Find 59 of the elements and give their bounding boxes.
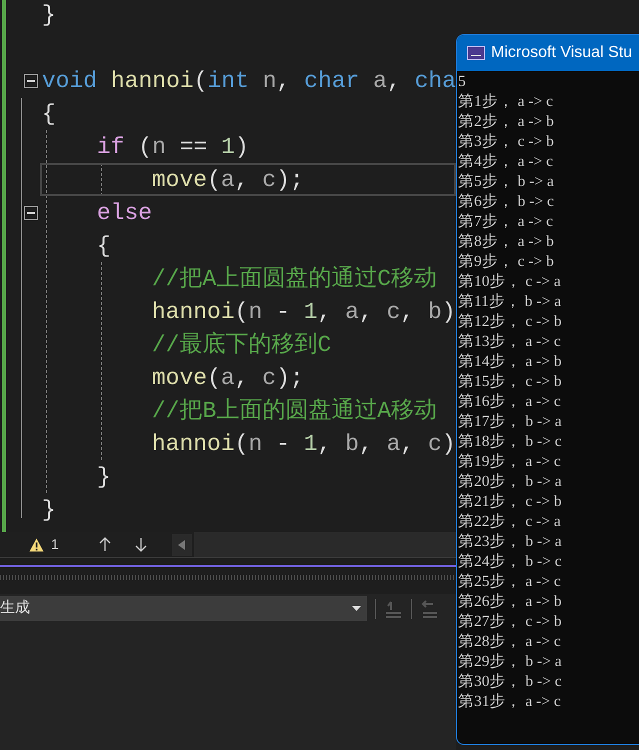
console-output-line: 第30步， b -> c (458, 672, 562, 692)
console-output-line: 第15步， c -> b (458, 372, 562, 392)
code-line: move(a, c); (152, 166, 304, 192)
console-app-icon (467, 46, 485, 60)
warning-icon (29, 538, 44, 552)
console-output-line: 第21步， c -> b (458, 492, 562, 512)
console-output-line: 第28步， a -> c (458, 632, 561, 652)
console-output-line: 第29步， b -> a (458, 652, 562, 672)
console-output-line: 第23步， b -> a (458, 532, 562, 552)
console-output-line: 第27步， c -> b (458, 612, 562, 632)
console-output-line: 第4步， a -> c (458, 152, 554, 172)
code-line: hannoi(n - 1, b, a, c) (152, 430, 456, 456)
warning-count[interactable]: 1 (51, 534, 59, 555)
code-line: } (42, 2, 56, 28)
console-output-line: 第1步， a -> c (458, 92, 554, 112)
code-line: hannoi(n - 1, a, c, b) (152, 298, 456, 324)
console-output-line: 第14步， a -> b (458, 352, 562, 372)
console-output-line: 第3步， c -> b (458, 132, 554, 152)
collapse-icon[interactable] (24, 206, 38, 220)
console-output-line: 第25步， a -> c (458, 572, 561, 592)
code-line: //把B上面的圆盘通过A移动 (152, 398, 438, 424)
code-line: //把A上面圆盘的通过C移动 (152, 266, 438, 292)
arrow-down-icon[interactable] (134, 537, 147, 552)
console-output-line: 第17步， b -> a (458, 412, 562, 432)
console-output-line: 第24步， b -> c (458, 552, 562, 572)
arrow-up-icon[interactable] (98, 537, 111, 552)
console-output-line: 第11步， b -> a (458, 292, 562, 312)
console-output-line: 第18步， b -> c (458, 432, 562, 452)
console-output-line: 第20步， b -> a (458, 472, 562, 492)
code-line: void hannoi(int n, char a, cha (42, 68, 456, 94)
caret-down-icon (352, 606, 361, 611)
console-output-line: 第7步， a -> c (458, 212, 554, 232)
window-title: Microsoft Visual Stu (491, 43, 632, 63)
console-output-line: 第13步， a -> c (458, 332, 561, 352)
console-output-line: 第6步， b -> c (458, 192, 554, 212)
code-line: else (96, 200, 152, 226)
console-output-line: 第22步， c -> a (458, 512, 561, 532)
console-output-line: 5 (458, 72, 466, 92)
code-line: if (n == 1) (96, 134, 249, 160)
console-output-line: 第5步， b -> a (458, 172, 554, 192)
console-output-line: 第9步， c -> b (458, 252, 554, 272)
scroll-left-button[interactable] (172, 534, 192, 556)
collapse-icon[interactable] (24, 74, 38, 88)
console-output-line: 第31步， a -> c (458, 692, 561, 712)
console-output-line: 第12步， c -> b (458, 312, 562, 332)
code-line: move(a, c); (152, 364, 304, 390)
code-line: { (96, 232, 111, 258)
console-output-line: 第16步， a -> c (458, 392, 561, 412)
code-line: } (96, 464, 111, 490)
code-line: } (42, 496, 56, 522)
console-output-line: 第26步， a -> b (458, 592, 562, 612)
console-output-line: 第8步， a -> b (458, 232, 554, 252)
console-output-line: 第10步， c -> a (458, 272, 561, 292)
output-source-dropdown[interactable]: 生成 (0, 596, 367, 621)
console-output-line: 第2步， a -> b (458, 112, 554, 132)
code-line: { (42, 100, 56, 126)
code-line: //最底下的移到C (152, 332, 332, 358)
console-output-line: 第19步， a -> c (458, 452, 561, 472)
triangle-left-icon (178, 540, 186, 550)
